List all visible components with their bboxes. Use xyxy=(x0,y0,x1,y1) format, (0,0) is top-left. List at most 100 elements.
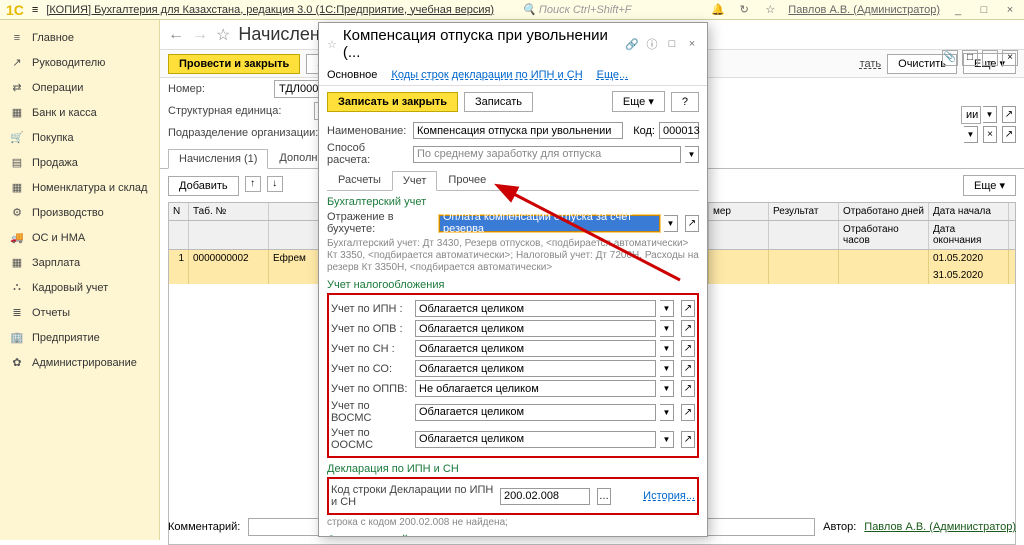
ctrl-value[interactable]: ии xyxy=(961,106,981,124)
num-field[interactable]: ТДЛ000 xyxy=(274,80,324,98)
open-icon[interactable]: ↗ xyxy=(681,431,695,448)
fav-icon[interactable]: ☆ xyxy=(216,25,230,45)
tab-misc[interactable]: Прочее xyxy=(437,170,497,190)
back-icon[interactable]: ← xyxy=(168,26,184,44)
user-label[interactable]: Павлов А.В. (Администратор) xyxy=(788,4,940,16)
more-button[interactable]: Еще ▾ xyxy=(612,91,665,112)
home-icon: ≡ xyxy=(10,32,24,44)
close-icon[interactable]: × xyxy=(1002,4,1018,16)
tab-calc[interactable]: Расчеты xyxy=(327,170,392,190)
pin-icon[interactable]: 📎 xyxy=(942,50,958,66)
stock-icon: ▦ xyxy=(10,181,24,194)
minimize-icon[interactable]: _ xyxy=(950,4,966,16)
open-icon[interactable]: ↗ xyxy=(685,215,699,232)
open-icon[interactable]: ↗ xyxy=(1002,126,1016,143)
open-icon[interactable]: ↗ xyxy=(681,360,695,377)
write-button[interactable]: Записать xyxy=(464,92,533,112)
ref-field[interactable]: Оплата компенсации отпуска за счет резер… xyxy=(439,215,660,232)
save-close-button[interactable]: Записать и закрыть xyxy=(327,92,458,112)
tab-main-link[interactable]: Основное xyxy=(327,69,377,81)
min-icon[interactable]: _ xyxy=(982,50,998,66)
open-icon[interactable]: ↗ xyxy=(681,404,695,421)
sidebar-item[interactable]: ✿Администрирование xyxy=(0,350,159,375)
sidebar-item[interactable]: 🏢Предприятие xyxy=(0,325,159,350)
cart-icon: 🛒 xyxy=(10,131,24,144)
chevron-down-icon[interactable]: ▼ xyxy=(664,215,678,232)
help-button[interactable]: ? xyxy=(671,92,699,112)
open-icon[interactable]: × xyxy=(983,126,997,143)
fwd-icon[interactable]: → xyxy=(192,26,208,44)
tax-sn-field[interactable]: Облагается целиком xyxy=(415,340,656,357)
sidebar-item[interactable]: ▦Номенклатура и склад xyxy=(0,175,159,200)
about-icon[interactable]: ⓘ xyxy=(645,36,659,52)
open-icon[interactable]: ↗ xyxy=(681,380,695,397)
chevron-down-icon[interactable]: ▼ xyxy=(660,431,674,448)
manager-icon: ↗ xyxy=(10,56,24,69)
tax-opv-field[interactable]: Облагается целиком xyxy=(415,320,656,337)
tax-oosms-field[interactable]: Облагается целиком xyxy=(415,431,656,448)
post-button[interactable]: Провести и закрыть xyxy=(168,54,300,74)
tax-oppv-field[interactable]: Не облагается целиком xyxy=(415,380,656,397)
chevron-down-icon[interactable]: ▼ xyxy=(964,126,978,143)
bell-icon[interactable]: 🔔 xyxy=(710,3,726,16)
down-icon[interactable]: ↓ xyxy=(267,176,283,192)
sidebar-item[interactable]: ▦Зарплата xyxy=(0,250,159,275)
chevron-down-icon[interactable]: ▼ xyxy=(660,320,674,337)
chevron-down-icon[interactable]: ▼ xyxy=(983,106,997,123)
chevron-down-icon[interactable]: ▼ xyxy=(660,300,674,317)
name-field[interactable]: Компенсация отпуска при увольнении xyxy=(413,122,623,139)
open-icon[interactable]: ↗ xyxy=(681,300,695,317)
star-icon[interactable]: ☆ xyxy=(327,38,337,51)
sidebar-item[interactable]: ↗Руководителю xyxy=(0,50,159,75)
chevron-down-icon[interactable]: ▼ xyxy=(685,146,699,163)
tax-vosms-field[interactable]: Облагается целиком xyxy=(415,404,656,421)
tax-ipn-field[interactable]: Облагается целиком xyxy=(415,300,656,317)
link-icon[interactable]: 🔗 xyxy=(625,38,639,51)
sidebar-item[interactable]: ⚙Производство xyxy=(0,200,159,225)
chevron-down-icon[interactable]: ▼ xyxy=(660,360,674,377)
ext-icon[interactable]: □ xyxy=(665,38,679,50)
col-days: Отработано дней xyxy=(839,203,929,220)
decl-field[interactable]: 200.02.008 xyxy=(500,488,590,505)
tax-so-field[interactable]: Облагается целиком xyxy=(415,360,656,377)
global-search[interactable]: 🔍 Поиск Ctrl+Shift+F xyxy=(522,3,631,16)
sidebar-item[interactable]: ⇄Операции xyxy=(0,75,159,100)
author-value[interactable]: Павлов А.В. (Администратор) xyxy=(864,521,1016,533)
admin-icon: ✿ xyxy=(10,356,24,369)
add-button[interactable]: Добавить xyxy=(168,176,239,196)
x-icon[interactable]: × xyxy=(1002,50,1018,66)
sidebar-item[interactable]: ▤Продажа xyxy=(0,150,159,175)
open-icon[interactable]: ↗ xyxy=(681,340,695,357)
chevron-down-icon[interactable]: ▼ xyxy=(660,380,674,397)
menu-icon[interactable]: ≡ xyxy=(32,4,38,16)
sidebar-item[interactable]: ▦Банк и касса xyxy=(0,100,159,125)
tab-accruals[interactable]: Начисления (1) xyxy=(168,149,268,169)
grid-more-button[interactable]: Еще ▾ xyxy=(963,175,1016,196)
sidebar-item[interactable]: ≡Главное xyxy=(0,26,159,50)
sidebar-item[interactable]: 🛒Покупка xyxy=(0,125,159,150)
open-icon[interactable]: ↗ xyxy=(1002,106,1016,123)
star-icon[interactable]: ☆ xyxy=(762,3,778,16)
sidebar-item[interactable]: ≣Отчеты xyxy=(0,300,159,325)
sidebar-item[interactable]: 🚚ОС и НМА xyxy=(0,225,159,250)
tb-link[interactable]: тать xyxy=(860,58,882,70)
select-icon[interactable]: … xyxy=(597,488,611,505)
calc-field[interactable]: По среднему заработку для отпуска xyxy=(413,146,681,163)
up-icon[interactable]: ↑ xyxy=(245,176,261,192)
history-link[interactable]: История... xyxy=(643,490,695,502)
sidebar-item[interactable]: ⛬Кадровый учет xyxy=(0,275,159,300)
close-icon[interactable]: × xyxy=(685,38,699,50)
chevron-down-icon[interactable]: ▼ xyxy=(660,404,674,421)
chevron-down-icon[interactable]: ▼ xyxy=(660,340,674,357)
win-icon[interactable]: □ xyxy=(962,50,978,66)
tab-codes-link[interactable]: Коды строк декларации по ИПН и СН xyxy=(391,69,582,81)
open-icon[interactable]: ↗ xyxy=(681,320,695,337)
tab-more-link[interactable]: Еще... xyxy=(597,69,629,81)
hint-text: строка с кодом 200.02.008 не найдена; xyxy=(327,517,699,529)
maximize-icon[interactable]: □ xyxy=(976,4,992,16)
code-field[interactable]: 000013 xyxy=(659,122,699,139)
decl-label: Код строки Декларации по ИПН и СН xyxy=(331,484,496,508)
history-icon[interactable]: ↻ xyxy=(736,3,752,16)
tab-accounting[interactable]: Учет xyxy=(392,171,438,191)
assets-icon: 🚚 xyxy=(10,231,24,244)
